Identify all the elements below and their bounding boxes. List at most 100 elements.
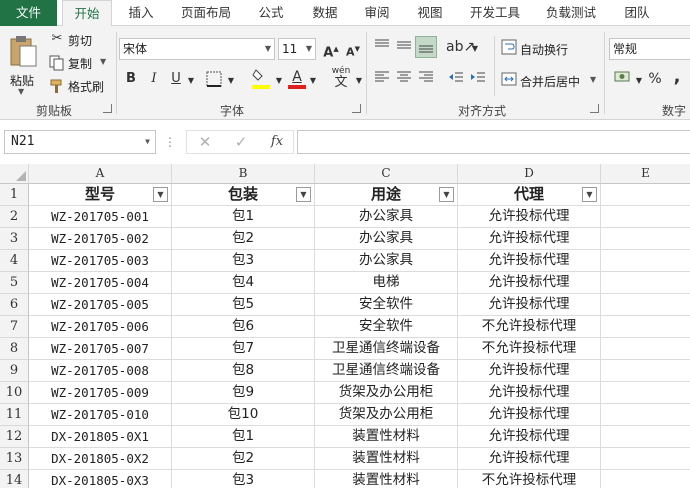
- chevron-down-icon[interactable]: ▼: [308, 72, 318, 90]
- filter-dropdown-icon[interactable]: ▼: [153, 187, 168, 202]
- table-cell[interactable]: 允许投标代理: [458, 272, 601, 294]
- clipboard-launcher-icon[interactable]: [103, 104, 112, 113]
- tab-team[interactable]: 团队: [614, 0, 660, 26]
- paste-button[interactable]: 粘贴 ▼: [6, 32, 40, 96]
- table-cell[interactable]: 允许投标代理: [458, 294, 601, 316]
- table-cell[interactable]: 包10: [172, 404, 315, 426]
- table-cell[interactable]: WZ-201705-010: [29, 404, 172, 426]
- decrease-indent-icon[interactable]: [446, 70, 466, 90]
- table-cell[interactable]: 包2: [172, 228, 315, 250]
- table-cell[interactable]: WZ-201705-001: [29, 206, 172, 228]
- orientation-icon[interactable]: ab↗: [446, 38, 475, 56]
- table-cell[interactable]: 允许投标代理: [458, 206, 601, 228]
- italic-button[interactable]: I: [145, 70, 163, 88]
- enter-check-icon[interactable]: ✓: [231, 133, 251, 151]
- cut-button[interactable]: ✂ 剪切: [48, 30, 108, 50]
- comma-button[interactable]: ,: [670, 68, 684, 86]
- currency-icon[interactable]: [612, 70, 634, 90]
- alignment-launcher-icon[interactable]: [590, 104, 599, 113]
- decrease-font-size-icon[interactable]: A▼: [344, 40, 362, 62]
- borders-icon[interactable]: [203, 70, 225, 93]
- tab-home[interactable]: 开始: [62, 0, 112, 27]
- filter-dropdown-icon[interactable]: ▼: [296, 187, 311, 202]
- wrap-text-button[interactable]: 自动换行: [500, 38, 580, 58]
- table-cell[interactable]: 卫星通信终端设备: [315, 360, 458, 382]
- table-cell[interactable]: 装置性材料: [315, 426, 458, 448]
- table-cell[interactable]: [601, 404, 690, 426]
- chevron-down-icon[interactable]: ▼: [274, 72, 284, 90]
- tab-developer[interactable]: 开发工具: [462, 0, 528, 26]
- table-cell[interactable]: 电梯: [315, 272, 458, 294]
- table-cell[interactable]: 卫星通信终端设备: [315, 338, 458, 360]
- row-header[interactable]: 14: [0, 470, 29, 488]
- align-center-icon[interactable]: [394, 70, 414, 90]
- row-header[interactable]: 7: [0, 316, 29, 338]
- table-cell[interactable]: [601, 184, 690, 206]
- table-cell[interactable]: [601, 294, 690, 316]
- chevron-down-icon[interactable]: ▼: [186, 72, 196, 90]
- header-cell[interactable]: 用途 ▼: [315, 184, 458, 206]
- table-cell[interactable]: 允许投标代理: [458, 382, 601, 404]
- column-header-d[interactable]: D: [458, 164, 601, 184]
- table-cell[interactable]: WZ-201705-009: [29, 382, 172, 404]
- table-cell[interactable]: [601, 470, 690, 488]
- table-cell[interactable]: 允许投标代理: [458, 360, 601, 382]
- row-header[interactable]: 1: [0, 184, 29, 206]
- table-cell[interactable]: WZ-201705-004: [29, 272, 172, 294]
- align-left-icon[interactable]: [372, 70, 392, 90]
- row-header[interactable]: 9: [0, 360, 29, 382]
- table-cell[interactable]: [601, 448, 690, 470]
- chevron-down-icon[interactable]: ▼: [470, 40, 480, 58]
- table-cell[interactable]: WZ-201705-007: [29, 338, 172, 360]
- header-cell[interactable]: 型号 ▼: [29, 184, 172, 206]
- table-cell[interactable]: [601, 206, 690, 228]
- row-header[interactable]: 5: [0, 272, 29, 294]
- tab-data[interactable]: 数据: [302, 0, 348, 26]
- table-cell[interactable]: 包2: [172, 448, 315, 470]
- table-cell[interactable]: 包5: [172, 294, 315, 316]
- table-cell[interactable]: [601, 426, 690, 448]
- table-cell[interactable]: 办公家具: [315, 228, 458, 250]
- filter-dropdown-icon[interactable]: ▼: [582, 187, 597, 202]
- table-cell[interactable]: 货架及办公用柜: [315, 382, 458, 404]
- table-cell[interactable]: 安全软件: [315, 316, 458, 338]
- table-cell[interactable]: [601, 338, 690, 360]
- table-cell[interactable]: WZ-201705-006: [29, 316, 172, 338]
- header-cell[interactable]: 代理 ▼: [458, 184, 601, 206]
- font-launcher-icon[interactable]: [352, 104, 361, 113]
- select-all-corner[interactable]: [0, 164, 29, 184]
- table-cell[interactable]: 允许投标代理: [458, 426, 601, 448]
- table-cell[interactable]: 货架及办公用柜: [315, 404, 458, 426]
- merge-center-button[interactable]: 合并后居中 ▼: [500, 70, 600, 90]
- column-header-b[interactable]: B: [172, 164, 315, 184]
- table-cell[interactable]: DX-201805-0X3: [29, 470, 172, 488]
- table-cell[interactable]: 包3: [172, 250, 315, 272]
- table-cell[interactable]: [601, 316, 690, 338]
- middle-align-icon[interactable]: [394, 38, 414, 58]
- row-header[interactable]: 4: [0, 250, 29, 272]
- table-cell[interactable]: 包8: [172, 360, 315, 382]
- name-box[interactable]: N21 ▼: [4, 130, 156, 154]
- row-header[interactable]: 10: [0, 382, 29, 404]
- row-header[interactable]: 2: [0, 206, 29, 228]
- table-cell[interactable]: [601, 250, 690, 272]
- table-cell[interactable]: WZ-201705-005: [29, 294, 172, 316]
- chevron-down-icon[interactable]: ▼: [226, 72, 236, 90]
- table-cell[interactable]: 办公家具: [315, 206, 458, 228]
- table-cell[interactable]: 包1: [172, 206, 315, 228]
- table-cell[interactable]: 允许投标代理: [458, 228, 601, 250]
- table-cell[interactable]: 允许投标代理: [458, 250, 601, 272]
- row-header[interactable]: 3: [0, 228, 29, 250]
- table-cell[interactable]: WZ-201705-002: [29, 228, 172, 250]
- table-cell[interactable]: 允许投标代理: [458, 448, 601, 470]
- table-cell[interactable]: 办公家具: [315, 250, 458, 272]
- table-cell[interactable]: 包4: [172, 272, 315, 294]
- increase-font-size-icon[interactable]: A▲: [322, 40, 340, 62]
- row-header[interactable]: 11: [0, 404, 29, 426]
- bottom-align-icon[interactable]: [415, 36, 437, 58]
- tab-insert[interactable]: 插入: [118, 0, 164, 26]
- font-color-button[interactable]: A: [286, 68, 308, 92]
- table-cell[interactable]: 安全软件: [315, 294, 458, 316]
- table-cell[interactable]: 包1: [172, 426, 315, 448]
- table-cell[interactable]: 装置性材料: [315, 470, 458, 488]
